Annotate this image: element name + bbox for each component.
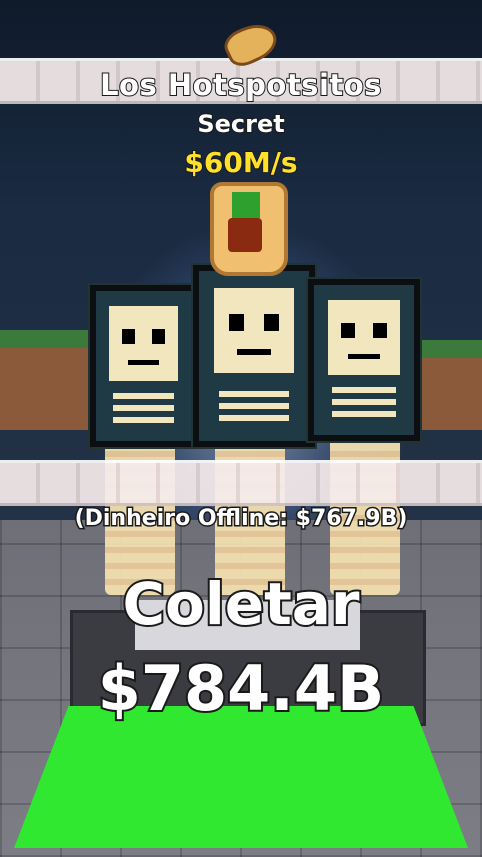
rail-middle xyxy=(0,460,482,506)
phone-skeleton-right xyxy=(308,279,420,441)
income-rate: $60M/s xyxy=(183,145,298,180)
collect-amount: $784.4B xyxy=(96,650,387,727)
game-scene: Los Hotspotsitos Secret $60M/s (Dinheiro… xyxy=(0,0,482,857)
taco-icon xyxy=(210,182,288,276)
phone-skeleton-left xyxy=(90,285,197,447)
collect-pad[interactable] xyxy=(14,706,468,848)
brainrot-name: Los Hotspotsitos xyxy=(99,67,382,103)
offline-earnings: (Dinheiro Offline: $767.9B) xyxy=(73,505,409,533)
collect-label: Coletar xyxy=(120,568,361,640)
phone-skeleton-center xyxy=(193,265,315,447)
rarity-label: Secret xyxy=(196,109,285,139)
